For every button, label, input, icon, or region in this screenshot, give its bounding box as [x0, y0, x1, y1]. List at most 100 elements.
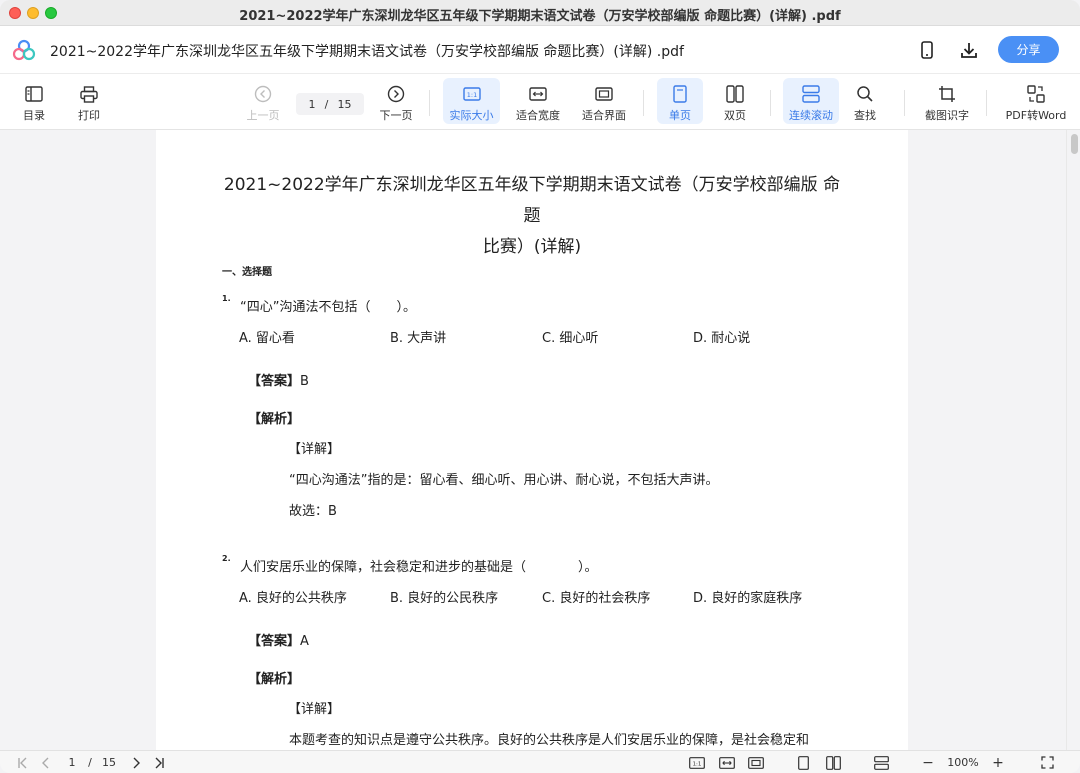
zoom-level[interactable]: 100% — [944, 754, 982, 771]
exam-title-line: 2021~2022学年广东深圳龙华区五年级下学期期末语文试卷（万安学校部编版 命… — [223, 175, 841, 226]
toc-button[interactable]: 目录 — [14, 78, 54, 124]
phone-icon[interactable] — [915, 38, 939, 62]
answer-value: B — [300, 374, 309, 389]
zoom-in-button[interactable]: + — [990, 754, 1006, 771]
ocr-button[interactable]: 截图识字 — [918, 78, 976, 124]
continuous-scroll-button[interactable]: 连续滚动 — [783, 78, 839, 124]
option-b: B. 良好的公民秩序 — [390, 591, 499, 606]
fit-width-button[interactable]: 适合宽度 — [511, 78, 565, 124]
status-double-page-button[interactable] — [824, 754, 842, 771]
fullscreen-button[interactable] — [1038, 754, 1056, 771]
toolbar-divider — [770, 90, 771, 116]
zoom-out-button[interactable]: − — [920, 754, 936, 771]
status-fit-width-button[interactable] — [718, 754, 736, 771]
document-viewport[interactable]: 2021~2022学年广东深圳龙华区五年级下学期期末语文试卷（万安学校部编版 命… — [0, 130, 1080, 750]
option-d: D. 耐心说 — [693, 331, 751, 346]
actual-size-label: 实际大小 — [449, 109, 494, 122]
fit-width-label: 适合宽度 — [516, 109, 560, 122]
toolbar-divider — [986, 90, 987, 116]
last-page-button[interactable] — [150, 754, 168, 771]
title-bar: 2021~2022学年广东深圳龙华区五年级下学期期末语文试卷（万安学校部编版 命… — [0, 0, 1080, 26]
svg-text:1:1: 1:1 — [466, 91, 476, 99]
fit-page-icon — [595, 87, 613, 101]
toolbar-divider — [643, 90, 644, 116]
vertical-scrollbar[interactable] — [1066, 130, 1080, 750]
detail-text: 本题考查的知识点是遵守公共秩序。良好的公共秩序是人们安居乐业的保障，是社会稳定和 — [289, 733, 810, 748]
page-separator: / — [324, 97, 329, 111]
pdf-to-word-button[interactable]: PDF转Word — [1000, 78, 1072, 124]
chevron-right-icon — [133, 757, 140, 768]
single-page-button[interactable]: 单页 — [657, 78, 703, 124]
option-c: C. 细心听 — [542, 331, 599, 346]
prev-page-button[interactable]: 上一页 — [243, 78, 283, 124]
option-a: A. 留心看 — [239, 331, 295, 346]
current-page-input[interactable]: 1 — [309, 98, 316, 111]
search-button[interactable]: 查找 — [845, 78, 885, 124]
fit-page-button[interactable]: 适合界面 — [577, 78, 631, 124]
app-header: 2021~2022学年广东深圳龙华区五年级下学期期末语文试卷（万安学校部编版 命… — [0, 26, 1080, 74]
search-label: 查找 — [854, 109, 876, 122]
detail-text: “四心沟通法”指的是：留心看、细心听、用心讲、耐心说，不包括大声讲。 — [289, 473, 719, 488]
fullscreen-icon — [1040, 756, 1054, 769]
double-page-icon — [825, 755, 841, 770]
status-actual-size-button[interactable]: 1:1 — [688, 754, 706, 771]
chevron-right-circle-icon — [387, 85, 405, 103]
next-page-label: 下一页 — [379, 109, 413, 122]
page-number-box[interactable]: 1 / 15 — [296, 93, 364, 115]
app-window: 2021~2022学年广东深圳龙华区五年级下学期期末语文试卷（万安学校部编版 命… — [0, 0, 1080, 773]
toc-label: 目录 — [23, 109, 45, 122]
question-text: “四心”沟通法不包括（ ）。 — [240, 300, 416, 315]
actual-size-button[interactable]: 1:1 实际大小 — [443, 78, 500, 124]
share-button[interactable]: 分享 — [998, 36, 1059, 63]
double-page-button[interactable]: 双页 — [712, 78, 758, 124]
print-button[interactable]: 打印 — [69, 78, 109, 124]
single-page-icon — [797, 755, 809, 770]
first-page-icon — [18, 757, 27, 768]
next-page-button[interactable]: 下一页 — [376, 78, 416, 124]
continuous-scroll-icon — [873, 755, 889, 770]
option-a: A. 良好的公共秩序 — [239, 591, 347, 606]
single-page-label: 单页 — [669, 109, 691, 122]
answer-value: A — [300, 634, 309, 649]
status-bar: 1 / 15 1:1 − 100% + — [0, 750, 1080, 773]
fit-page-label: 适合界面 — [582, 109, 626, 122]
search-icon — [857, 86, 873, 102]
last-page-icon — [155, 757, 164, 768]
status-fit-page-button[interactable] — [747, 754, 765, 771]
detail-label: 【详解】 — [288, 702, 341, 717]
next-page-small-button[interactable] — [127, 754, 145, 771]
double-page-label: 双页 — [724, 109, 746, 122]
exam-title-line: 比赛）(详解) — [482, 237, 582, 257]
actual-size-icon: 1:1 — [462, 87, 481, 101]
download-icon[interactable] — [957, 38, 981, 62]
document-title: 2021~2022学年广东深圳龙华区五年级下学期期末语文试卷（万安学校部编版 命… — [50, 44, 684, 60]
convert-icon — [1027, 85, 1045, 103]
analysis-label: 【解析】 — [248, 672, 301, 687]
continuous-scroll-label: 连续滚动 — [789, 109, 833, 122]
toolbar: 目录 打印 上一页 1 / 15 下一页 1:1 实际大小 适合宽度 适合界面 … — [0, 74, 1080, 130]
continuous-scroll-icon — [802, 85, 820, 103]
double-page-icon — [726, 85, 744, 103]
print-label: 打印 — [78, 109, 100, 122]
first-page-button[interactable] — [14, 754, 32, 771]
ocr-label: 截图识字 — [925, 109, 969, 122]
chevron-left-circle-icon — [254, 85, 272, 103]
svg-text:1:1: 1:1 — [693, 761, 702, 767]
answer-label: 【答案】 — [248, 374, 301, 389]
status-current-page[interactable]: 1 — [64, 754, 80, 771]
question-number: 1. — [222, 294, 231, 303]
prev-page-small-button[interactable] — [37, 754, 55, 771]
fit-width-icon — [719, 756, 735, 769]
answer-label: 【答案】 — [248, 634, 301, 649]
prev-page-label: 上一页 — [246, 109, 280, 122]
status-page-separator: / — [88, 756, 92, 769]
question-number: 2. — [222, 554, 231, 563]
scrollbar-thumb[interactable] — [1071, 134, 1078, 154]
status-single-page-button[interactable] — [795, 754, 811, 771]
analysis-label: 【解析】 — [248, 412, 301, 427]
crop-icon — [939, 86, 955, 102]
status-continuous-button[interactable] — [872, 754, 890, 771]
question-text: 人们安居乐业的保障，社会稳定和进步的基础是（ ）。 — [240, 560, 598, 575]
chevron-left-icon — [42, 757, 49, 768]
fit-page-icon — [748, 756, 764, 769]
